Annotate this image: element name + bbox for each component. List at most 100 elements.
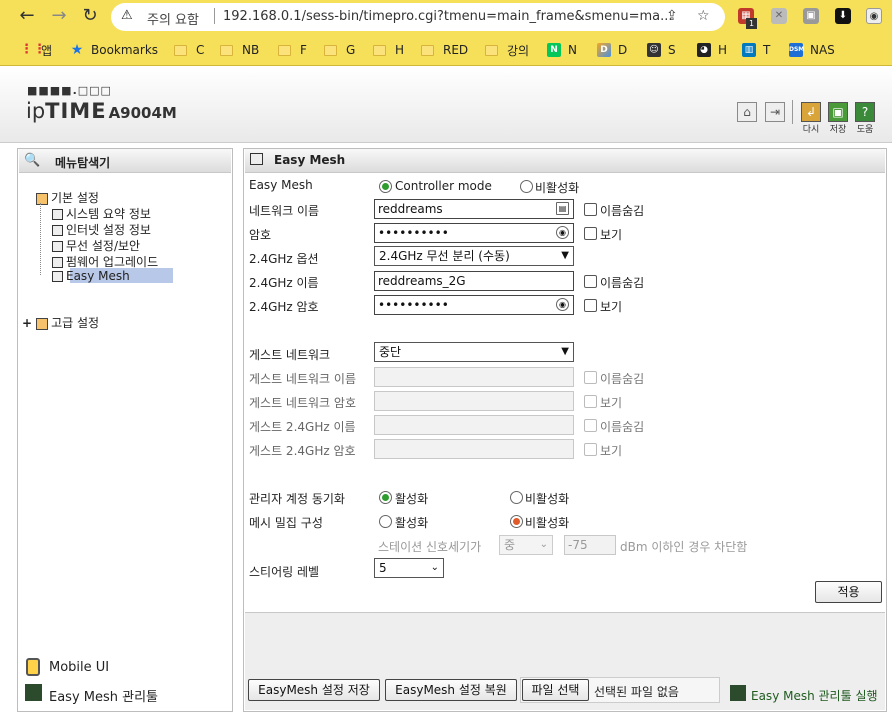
signal-dbm-input[interactable]: -75 [564,535,616,555]
reveal-icon[interactable]: ◉ [556,226,569,239]
guest-network-select[interactable]: 중단 ▼ [374,342,574,362]
bookmark-label: H [395,43,405,57]
logo-ip: ip [26,99,46,123]
signal-dbm-value: -75 [568,538,588,552]
address-bar[interactable]: ⚠ 주의 요함 192.168.0.1/sess-bin/timepro.cgi… [111,3,725,31]
bookmark-folder-g[interactable]: G [324,41,355,59]
mesh-density-off-radio[interactable] [510,515,523,528]
show-password-checkbox[interactable] [584,227,597,240]
run-mesh-tool-link[interactable]: Easy Mesh 관리툴 실행 [751,687,878,704]
guest-hide-name-24-checkbox[interactable] [584,419,597,432]
bookmark-naver[interactable]: NN [547,41,577,59]
mesh-density-on-radio[interactable] [379,515,392,528]
bookmark-apps[interactable]: ⋮⋮ 앱 [20,41,52,59]
bookmark-trello[interactable]: ▥ T [742,41,770,59]
reveal-icon[interactable]: ◉ [556,298,569,311]
mobile-ui-link[interactable]: Mobile UI [49,660,109,675]
bookmark-label: F [300,43,307,57]
save-settings-button[interactable]: EasyMesh 설정 저장 [248,679,380,701]
mesh-density-off-label: 비활성화 [525,516,570,530]
guest-name-input[interactable] [374,367,574,387]
tree-advanced-settings[interactable]: + 고급 설정 [22,314,99,331]
chevron-down-icon: ⌄ [539,539,548,550]
page-title: Easy Mesh [274,153,346,167]
pw-24-input[interactable]: •••••••••• ◉ [374,295,574,315]
bookmark-label: C [196,43,205,57]
bookmark-bookmarks[interactable]: ★ Bookmarks [70,41,158,59]
guest-pw-24-input[interactable] [374,439,574,459]
controller-mode-radio[interactable] [379,180,392,193]
bookmark-label: 강의 [507,43,530,58]
forward-icon[interactable]: → [48,6,70,26]
mobile-icon [26,658,40,676]
show-password-label: 보기 [600,228,623,242]
refresh-icon[interactable]: ↲ [801,102,821,122]
monitor-icon [52,225,63,236]
guest-name-24-input[interactable] [374,415,574,435]
signal-level-select[interactable]: 중 ⌄ [499,535,553,555]
d-icon: D [597,43,611,57]
admin-sync-off-radio[interactable] [510,491,523,504]
logout-icon[interactable]: ⇥ [765,102,785,122]
easy-mesh-disable-radio[interactable] [520,180,533,193]
hide-name-checkbox[interactable] [584,203,597,216]
home-icon[interactable]: ⌂ [737,102,757,122]
bookmark-folder-red[interactable]: RED [421,41,468,59]
tree-item-wireless-security[interactable]: 무선 설정/보안 [52,237,140,254]
steering-select[interactable]: 5 ⌄ [374,558,444,578]
mesh-density-label: 메시 밀집 구성 [249,516,323,530]
bookmark-label: S [668,43,676,57]
extension-muted-icon[interactable]: ✕ [771,8,787,24]
download-icon[interactable]: ⬇ [835,8,851,24]
bookmark-h[interactable]: ◕ H [697,41,727,59]
choose-file-button[interactable]: 파일 선택 [522,679,589,701]
option-24-select[interactable]: 2.4GHz 무선 분리 (수동) ▼ [374,246,574,266]
restore-settings-button[interactable]: EasyMesh 설정 복원 [385,679,517,701]
save-icon[interactable]: ▣ [828,102,848,122]
password-input[interactable]: •••••••••• ◉ [374,223,574,243]
back-icon[interactable]: ← [16,6,38,26]
profile-icon[interactable]: ◉ [866,8,882,24]
folder-icon [278,44,291,56]
tree-item-internet-settings[interactable]: 인터넷 설정 정보 [52,221,151,238]
bookmark-folder-h[interactable]: H [373,41,404,59]
tree-item-easy-mesh[interactable]: Easy Mesh [52,269,130,283]
mesh-density-on-label: 활성화 [395,516,429,530]
name-24-input[interactable]: reddreams_2G [374,271,574,291]
mesh-tool-icon [730,685,746,701]
tree-basic-settings[interactable]: 기본 설정 [36,189,99,206]
bookmark-folder-nb[interactable]: NB [220,41,259,59]
bookmark-s[interactable]: ☺ S [647,41,676,59]
bookmark-folder-lecture[interactable]: 강의 [485,41,529,59]
share-icon[interactable]: ⇪ [666,8,678,24]
admin-sync-on-radio[interactable] [379,491,392,504]
guest-hide-name-checkbox[interactable] [584,371,597,384]
bookmark-folder-f[interactable]: F [278,41,307,59]
guest-pw-input[interactable] [374,391,574,411]
mesh-tool-link[interactable]: Easy Mesh 관리툴 [49,686,158,705]
star-icon[interactable]: ☆ [697,8,710,24]
show-pw-24-checkbox[interactable] [584,299,597,312]
network-name-input[interactable]: reddreams ▤ [374,199,574,219]
tree-item-system-summary[interactable]: 시스템 요약 정보 [52,205,151,222]
bookmark-label: Bookmarks [91,43,159,57]
guest-network-label: 게스트 네트워크 [249,348,331,362]
hide-name-24-checkbox[interactable] [584,275,597,288]
naver-icon: N [547,43,561,57]
signal-label: 스테이션 신호세기가 [378,540,482,554]
chevron-down-icon: ▼ [561,250,569,261]
guest-show-pw-checkbox[interactable] [584,395,597,408]
guest-show-pw-24-checkbox[interactable] [584,443,597,456]
reload-icon[interactable]: ↻ [79,6,101,26]
tree-label: 인터넷 설정 정보 [66,223,151,237]
bookmark-nas[interactable]: DSM NAS [789,41,835,59]
admin-sync-off-label: 비활성화 [525,492,570,506]
tree-label: 고급 설정 [51,316,100,330]
bookmark-folder-c[interactable]: C [174,41,204,59]
help-icon[interactable]: ? [855,102,875,122]
security-warning[interactable]: 주의 요함 [147,9,199,28]
bookmark-d[interactable]: DD [597,41,627,59]
apply-button[interactable]: 적용 [815,581,882,603]
extension-puzzle-icon[interactable]: ▣ [803,8,819,24]
url-text[interactable]: 192.168.0.1/sess-bin/timepro.cgi?tmenu=m… [223,9,673,24]
